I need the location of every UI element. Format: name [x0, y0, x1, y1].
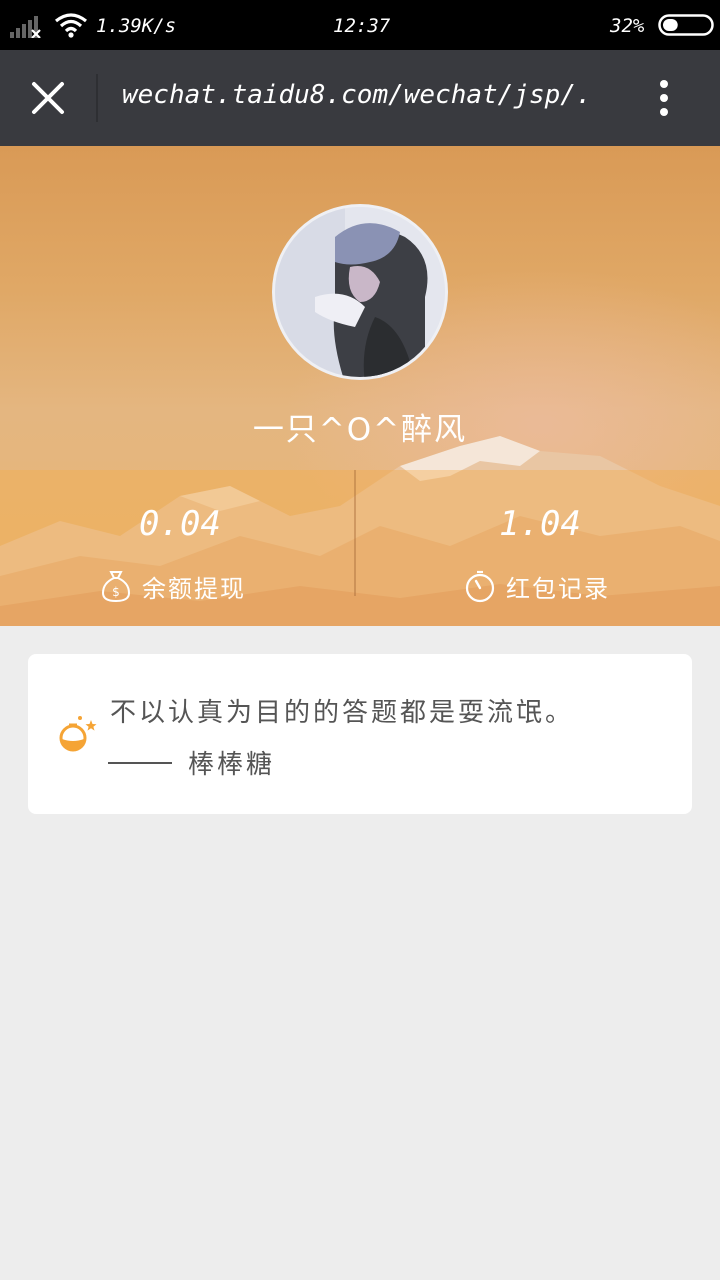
battery-icon — [658, 14, 714, 36]
title-bar-divider — [96, 74, 98, 122]
more-options-button[interactable] — [642, 74, 686, 122]
money-bag-icon: $ — [101, 571, 131, 603]
status-bar: 1.39K/s 12:37 32% — [0, 0, 720, 50]
balance-value: 0.04 — [139, 504, 221, 544]
wifi-icon — [55, 13, 87, 38]
red-packet-label-row: 红包记录 — [464, 566, 610, 606]
browser-title-bar: wechat.taidu8.com/wechat/jsp/. — [0, 50, 720, 146]
balance-label-row: $ 余额提现 — [100, 566, 246, 606]
red-packet-label: 红包记录 — [506, 574, 610, 603]
battery-percent: 32% — [610, 15, 645, 37]
close-button[interactable] — [24, 74, 72, 122]
username: 一只^O^醉风 — [252, 412, 468, 448]
signal-icon — [10, 16, 41, 38]
red-packet-value: 1.04 — [499, 504, 581, 544]
balance-label: 余额提现 — [142, 574, 246, 603]
author-dash — [108, 761, 172, 764]
svg-text:$: $ — [112, 585, 120, 599]
balance-withdraw-button[interactable]: 0.04 $ 余额提现 — [0, 470, 360, 626]
clock: 12:37 — [333, 15, 391, 37]
quote-text: 不以认真为目的的答题都是耍流氓。 — [110, 698, 575, 728]
user-avatar[interactable] — [272, 204, 448, 380]
quote-author: 棒棒糖 — [188, 750, 276, 780]
profile-header: 一只^O^醉风 0.04 $ 余额提现 1.04 红包记录 — [0, 146, 720, 626]
avatar-image — [275, 207, 445, 377]
stats-divider — [354, 470, 356, 596]
red-packet-record-button[interactable]: 1.04 红包记录 — [360, 470, 720, 626]
flask-star-icon — [59, 716, 97, 752]
quote-author-line: 棒棒糖 — [108, 744, 275, 781]
network-speed: 1.39K/s — [96, 15, 177, 37]
stopwatch-icon — [465, 570, 495, 603]
quote-card: 不以认真为目的的答题都是耍流氓。 棒棒糖 — [28, 654, 692, 814]
page-url: wechat.taidu8.com/wechat/jsp/. — [122, 80, 592, 110]
